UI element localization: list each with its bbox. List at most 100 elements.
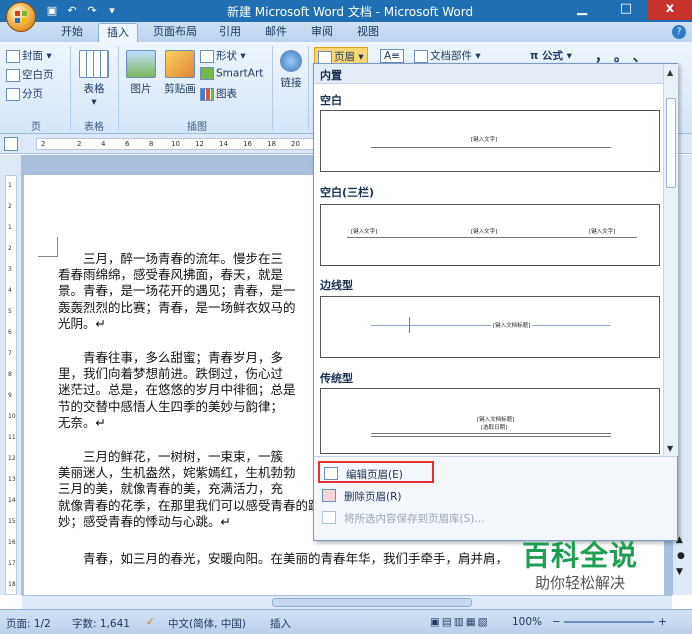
links-button[interactable]: 链接 [276, 50, 306, 90]
header-template-three-column[interactable]: [键入文字] [键入文字] [键入文字] [320, 204, 660, 266]
vertical-ruler-mark: 13 [8, 476, 16, 483]
scroll-down-icon[interactable]: ▼ [667, 444, 673, 453]
cover-page-label: 封面 ▾ [22, 50, 52, 62]
ruler-mark: 4 [101, 140, 106, 148]
text-line: 节的交替中感悟人生四季的美妙与韵律； [58, 398, 284, 414]
browse-object-icon[interactable]: ● [677, 551, 685, 561]
word-count[interactable]: 字数: 1,641 [72, 616, 130, 631]
page-count[interactable]: 页面: 1/2 [6, 616, 51, 631]
status-bar: 页面: 1/2 字数: 1,641 ✓ 中文(简体, 中国) 插入 ▣▤▥▦▧ … [0, 609, 692, 634]
office-button[interactable] [6, 2, 36, 32]
section-title: 空白(三栏) [320, 186, 375, 199]
minimize-button[interactable]: ▁ [560, 0, 604, 20]
customize-icon[interactable]: ▾ [104, 3, 120, 19]
clipart-button[interactable]: 剪贴画 [160, 50, 200, 96]
zoom-in-icon[interactable]: + [658, 616, 667, 628]
undo-icon[interactable]: ↶ [64, 3, 80, 19]
smartart-button[interactable]: SmartArt [200, 67, 263, 80]
text-line: 景。青春，是一场花开的遇见；青春，是一 [58, 283, 296, 299]
side-bar-mark [409, 317, 410, 333]
watermark-subtitle: 助你轻松解决 [534, 574, 625, 592]
links-label: 链接 [280, 77, 302, 89]
vertical-ruler-strip[interactable]: 1 2 1 2 3 4 5 6 7 8 9 10 11 12 13 14 15 16 17 18 [5, 175, 17, 595]
zoom-out-icon[interactable]: − [552, 616, 561, 628]
gallery-scrollbar[interactable]: ▲ ▼ [663, 64, 678, 456]
group-separator [118, 46, 119, 130]
zoom-slider[interactable] [564, 621, 654, 623]
table-button[interactable]: 表格 ▾ [76, 50, 112, 108]
vertical-ruler-mark: 14 [8, 497, 16, 504]
vertical-ruler-mark: 2 [8, 203, 12, 210]
scroll-thumb[interactable] [272, 598, 472, 607]
clipart-label: 剪贴画 [164, 83, 196, 95]
textbox-button[interactable]: A≡ [380, 49, 404, 63]
smartart-icon [200, 67, 214, 80]
cover-page-button[interactable]: 封面 ▾ [6, 48, 52, 63]
vertical-ruler-mark: 5 [8, 308, 12, 315]
save-to-gallery-label: 将所选内容保存到页眉库(S)... [344, 513, 485, 525]
text-line: 无奈。↵ [58, 414, 106, 430]
quick-parts-button[interactable]: 文档部件 ▾ [414, 48, 481, 63]
save-to-gallery-item[interactable]: 将所选内容保存到页眉库(S)... [318, 507, 672, 529]
header-template-traditional[interactable]: [键入文档标题] [选取日期] [320, 388, 660, 454]
tab-home[interactable]: 开始 [50, 23, 94, 42]
shapes-label: 形状 ▾ [216, 50, 246, 62]
tab-mailings[interactable]: 邮件 [256, 23, 296, 42]
equation-button[interactable]: π 公式 ▾ [530, 48, 572, 63]
ruler-mark: 2 [77, 140, 82, 148]
ruler-mark: 10 [171, 140, 180, 148]
language[interactable]: 中文(简体, 中国) [168, 616, 246, 631]
maximize-button[interactable]: □ [604, 0, 648, 20]
help-icon[interactable]: ? [672, 25, 686, 39]
vertical-ruler-mark: 17 [8, 560, 16, 567]
tab-page-layout[interactable]: 页面布局 [146, 23, 204, 42]
paragraph-4[interactable]: 青春，如三月的春光，安暖向阳。在美丽的青春年华，我们手牵手，肩并肩， [58, 551, 508, 567]
proofing-icon[interactable]: ✓ [146, 616, 155, 628]
view-buttons-icon[interactable]: ▣▤▥▦▧ [430, 616, 490, 628]
vertical-ruler-mark: 16 [8, 539, 16, 546]
page-break-icon [6, 87, 20, 101]
tab-insert[interactable]: 插入 [98, 23, 138, 42]
clipart-icon [165, 50, 195, 78]
title-bar: ▣ ↶ ↷ ▾ 新建 Microsoft Word 文档 - Microsoft… [0, 0, 692, 32]
page-break-button[interactable]: 分页 [6, 86, 43, 101]
edit-header-item[interactable]: 编辑页眉(E) [318, 461, 434, 483]
link-icon [280, 50, 302, 72]
close-button[interactable]: x [648, 0, 692, 20]
gallery-scroll-thumb[interactable] [666, 98, 676, 188]
watermark-title: 百科全说 [521, 539, 638, 572]
header-template-sideline[interactable]: [键入文档标题] [320, 296, 660, 358]
paragraph-2[interactable]: 青春往事，多么甜蜜；青春岁月，多 里，我们向着梦想前进。跌倒过，伤心过 迷茫过。… [58, 350, 296, 431]
remove-header-item[interactable]: 删除页眉(R) [318, 485, 672, 507]
ruler-mark: 8 [149, 140, 154, 148]
placeholder-text: [键入文字] [471, 137, 498, 143]
text-line: 青春往事，多么甜蜜；青春岁月，多 [58, 350, 284, 365]
paragraph-1[interactable]: 三月，醉一场青春的流年。慢步在三 看春雨绵绵，感受春风拂面，春天，就是 景。青春… [58, 251, 296, 332]
ruler-strip[interactable]: 2 2 4 6 8 10 12 14 16 18 20 [36, 138, 316, 150]
ruler-mark: 14 [219, 140, 228, 148]
shapes-button[interactable]: 形状 ▾ [200, 48, 246, 63]
next-page-icon[interactable]: ▼ [676, 567, 683, 577]
tab-references[interactable]: 引用 [210, 23, 250, 42]
chart-button[interactable]: 图表 [200, 86, 237, 101]
save-icon[interactable]: ▣ [44, 3, 60, 19]
vertical-ruler-mark: 10 [8, 413, 16, 420]
tab-review[interactable]: 审阅 [302, 23, 342, 42]
tab-selector-icon[interactable] [4, 137, 18, 151]
header-template-blank[interactable]: [键入文字] [320, 110, 660, 172]
section-title: 边线型 [320, 279, 353, 292]
blank-page-button[interactable]: 空白页 [6, 67, 54, 82]
section-title: 空白 [320, 94, 342, 107]
gallery-menu: 编辑页眉(E) 删除页眉(R) 将所选内容保存到页眉库(S)... [314, 456, 677, 540]
redo-icon[interactable]: ↷ [84, 3, 100, 19]
tab-view[interactable]: 视图 [348, 23, 388, 42]
ruler-mark: 20 [291, 140, 300, 148]
picture-button[interactable]: 图片 [124, 50, 158, 96]
scroll-up-icon[interactable]: ▲ [667, 68, 673, 77]
illustrations-group-label: 插图 [187, 122, 207, 133]
pages-group-label: 页 [31, 122, 41, 133]
remove-header-label: 删除页眉(R) [344, 491, 402, 503]
picture-label: 图片 [130, 83, 152, 95]
insert-mode[interactable]: 插入 [270, 616, 291, 631]
zoom-level[interactable]: 100% [512, 616, 542, 628]
